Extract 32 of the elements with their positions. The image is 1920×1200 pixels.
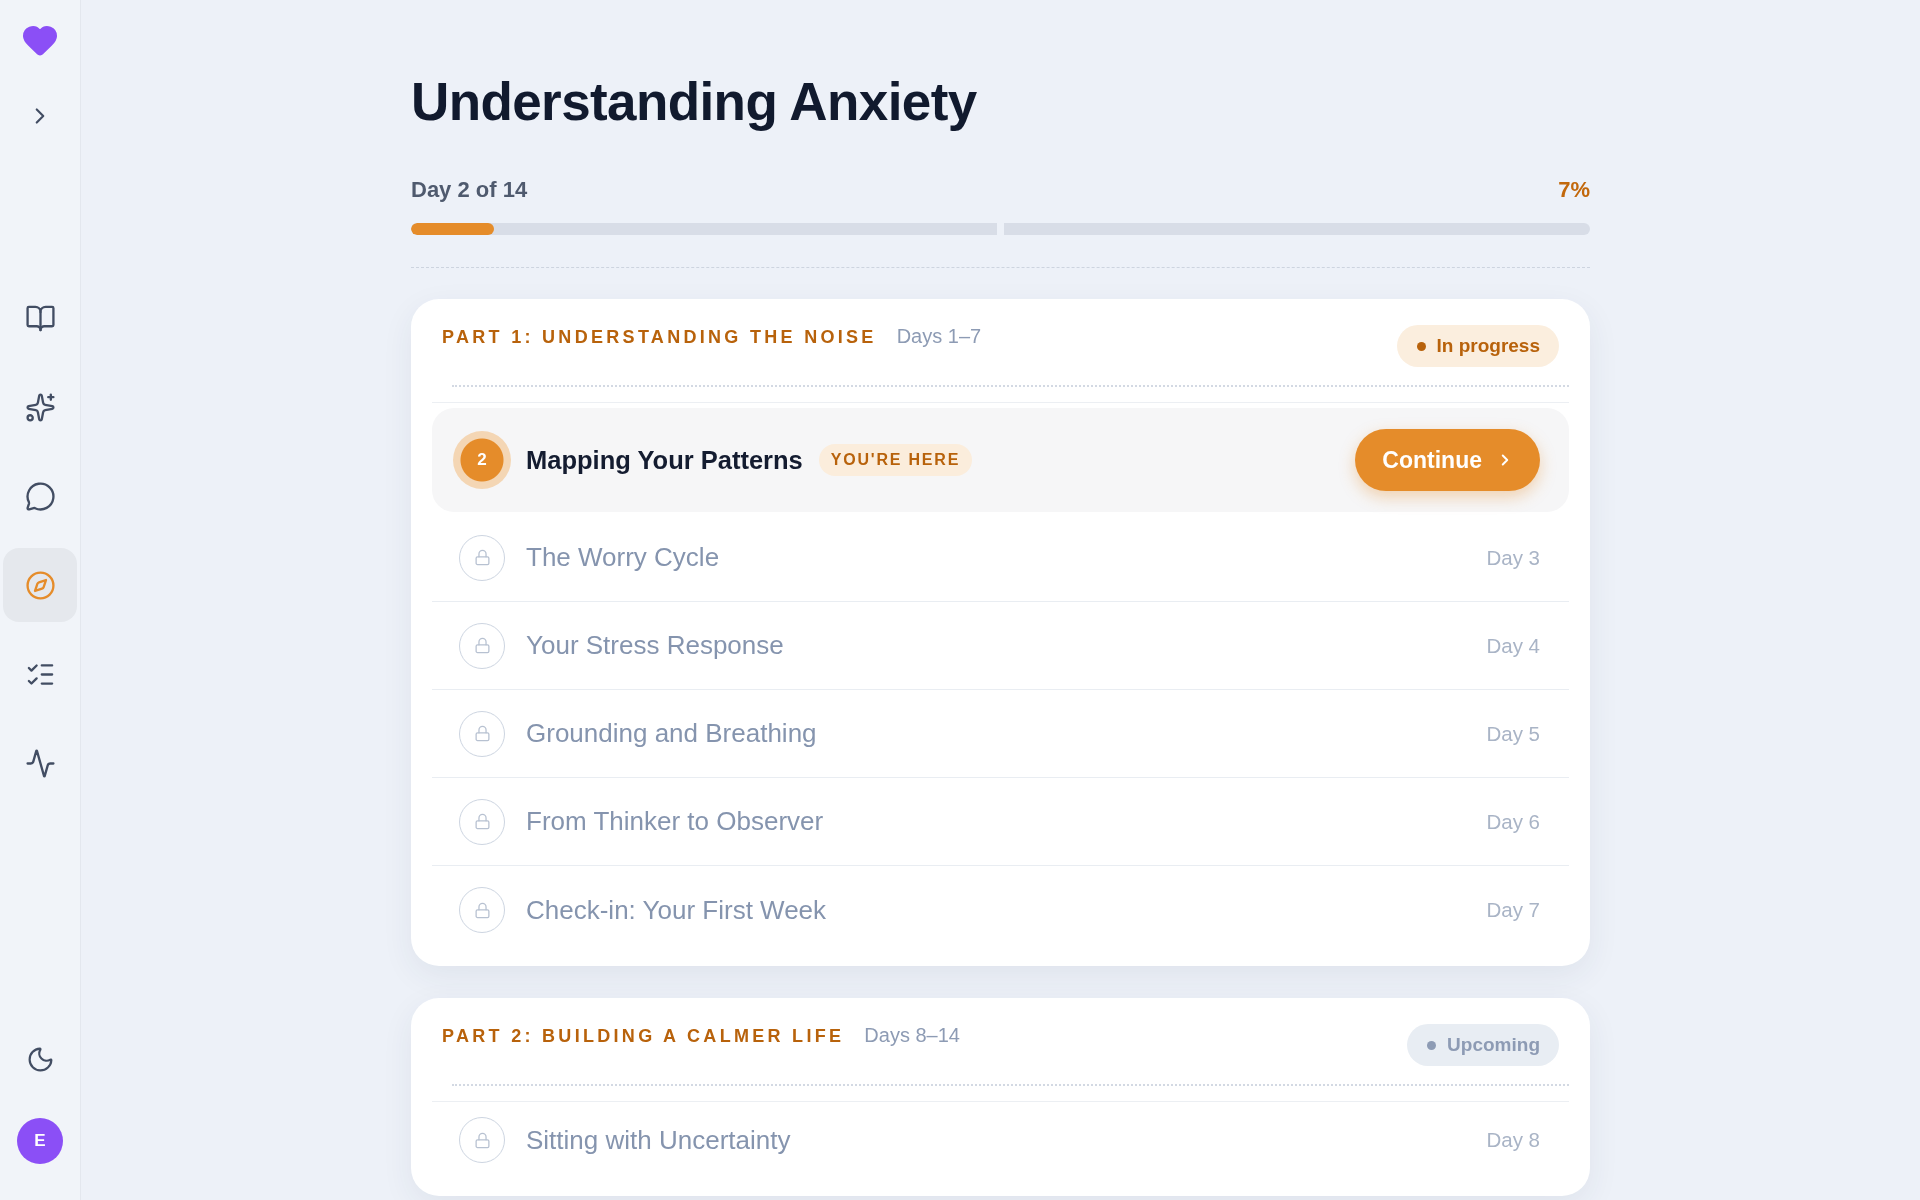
lesson-title: Grounding and Breathing — [526, 718, 817, 749]
continue-button[interactable]: Continue — [1355, 429, 1540, 491]
lesson-title: Mapping Your Patterns — [526, 445, 803, 475]
lesson-day: Day 8 — [1486, 1128, 1540, 1152]
current-lesson-tag: YOU'RE HERE — [818, 444, 973, 476]
avatar[interactable]: E — [17, 1118, 63, 1164]
lesson-day: Day 4 — [1486, 633, 1540, 658]
status-dot-icon — [1416, 341, 1426, 351]
lesson-title: From Thinker to Observer — [526, 806, 824, 837]
progress-percent: 7% — [1558, 177, 1590, 203]
status-label: Upcoming — [1447, 1034, 1540, 1056]
lesson-day: Day 6 — [1486, 809, 1540, 834]
pulse-line-icon[interactable] — [24, 747, 56, 779]
lesson-title: Your Stress Response — [526, 630, 784, 661]
part-title: PART 2: BUILDING A CALMER LIFE — [442, 1025, 845, 1047]
status-label: In progress — [1436, 335, 1540, 357]
sparkles-icon[interactable] — [24, 391, 56, 423]
lesson-day: Day 3 — [1486, 545, 1540, 570]
lesson-title: Sitting with Uncertainty — [526, 1124, 791, 1156]
lesson-day: Day 7 — [1486, 898, 1540, 922]
lesson-title: The Worry Cycle — [526, 542, 720, 573]
progress-label: Day 2 of 14 — [411, 177, 528, 203]
step-number: 2 — [453, 431, 511, 489]
part-days: Days 1–7 — [896, 325, 982, 347]
part-title: PART 1: UNDERSTANDING THE NOISE — [442, 326, 877, 348]
status-dot-icon — [1427, 1040, 1437, 1050]
active-nav-tile[interactable] — [3, 548, 77, 622]
part-days: Days 8–14 — [864, 1024, 960, 1046]
chat-bubble-icon[interactable] — [24, 480, 56, 512]
lesson-day: Day 5 — [1486, 721, 1540, 746]
lesson-title: Check-in: Your First Week — [526, 894, 827, 926]
course-title: Understanding Anxiety — [411, 72, 978, 132]
